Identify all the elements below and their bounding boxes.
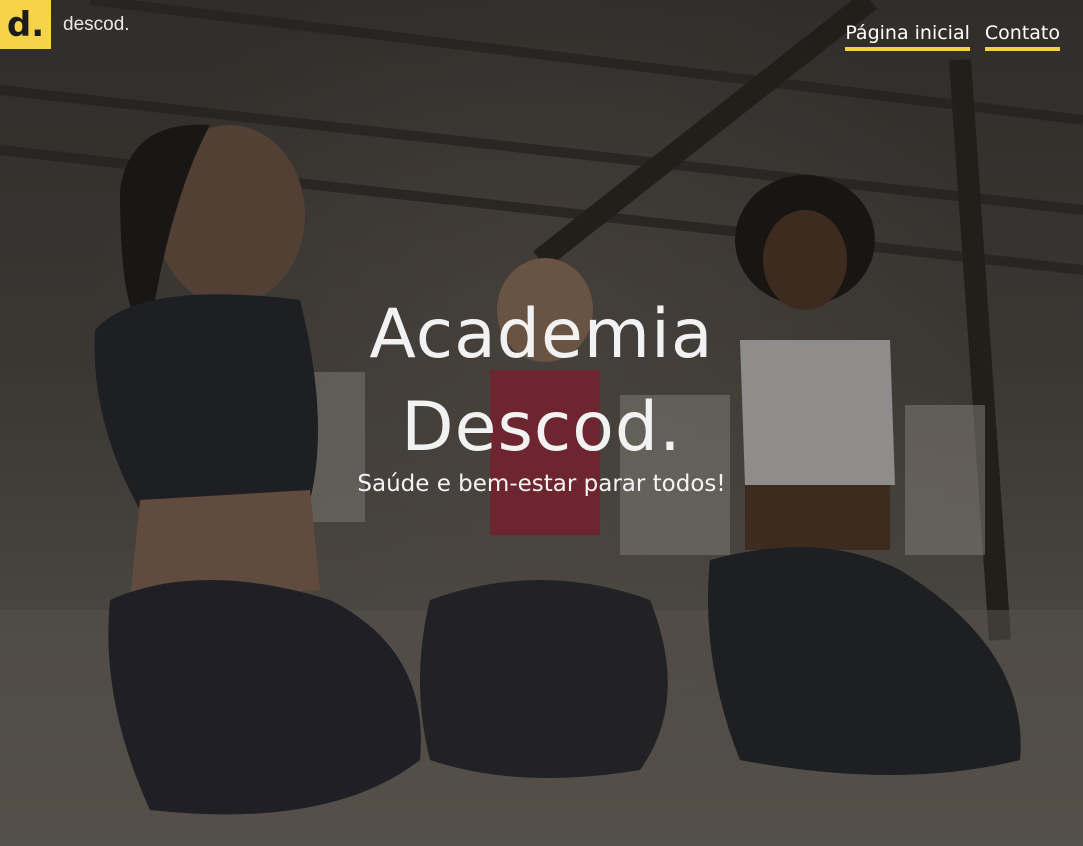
hero-subtitle: Saúde e bem-estar parar todos! — [357, 471, 726, 497]
nav-link-contact[interactable]: Contato — [984, 22, 1060, 51]
logo-glyph: d. — [6, 4, 45, 45]
nav-link-home[interactable]: Página inicial — [845, 22, 970, 51]
logo-icon[interactable]: d. — [0, 0, 51, 49]
hero-title-line1: Academia — [369, 295, 714, 374]
hero-headline: Academia Descod. Saúde e bem-estar parar… — [0, 288, 1083, 497]
hero-title-line2: Descod. — [401, 388, 682, 467]
hero-section: d. descod. Página inicial Contato Academ… — [0, 0, 1083, 846]
hero-title: Academia Descod. — [0, 288, 1083, 474]
main-nav: Página inicial Contato — [845, 22, 1060, 51]
brand-name[interactable]: descod. — [63, 14, 130, 36]
